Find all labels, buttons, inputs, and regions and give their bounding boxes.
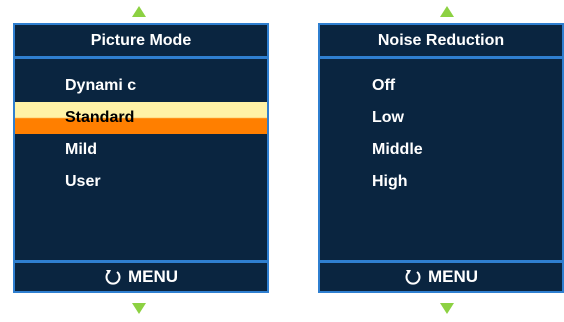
menu-item-low[interactable]: Low (320, 102, 562, 134)
panel-title: Noise Reduction (320, 25, 562, 59)
menu-item-mild[interactable]: Mild (15, 134, 267, 166)
menu-back-button[interactable]: MENU (15, 260, 267, 291)
menu-label: MENU (127, 267, 179, 286)
menu-item-user[interactable]: User (15, 166, 267, 198)
scroll-up-arrow-icon[interactable] (440, 6, 454, 17)
menu-item-high[interactable]: High (320, 166, 562, 198)
menu-item-dynamic[interactable]: Dynami c (15, 70, 267, 102)
menu-item-standard[interactable]: Standard (15, 102, 267, 134)
back-arrow-icon (404, 268, 422, 286)
scroll-down-arrow-icon[interactable] (132, 303, 146, 314)
noise-reduction-panel: Noise Reduction Off Low Middle High MENU (318, 23, 564, 293)
panel-title: Picture Mode (15, 25, 267, 59)
menu-back-button[interactable]: MENU (320, 260, 562, 291)
back-arrow-icon (104, 268, 122, 286)
menu-list: Off Low Middle High (320, 70, 562, 198)
scroll-down-arrow-icon[interactable] (440, 303, 454, 314)
scroll-up-arrow-icon[interactable] (132, 6, 146, 17)
menu-item-middle[interactable]: Middle (320, 134, 562, 166)
picture-mode-panel: Picture Mode Dynami c Standard Mild User… (13, 23, 269, 293)
menu-label: MENU (427, 267, 479, 286)
menu-list: Dynami c Standard Mild User (15, 70, 267, 198)
menu-item-off[interactable]: Off (320, 70, 562, 102)
